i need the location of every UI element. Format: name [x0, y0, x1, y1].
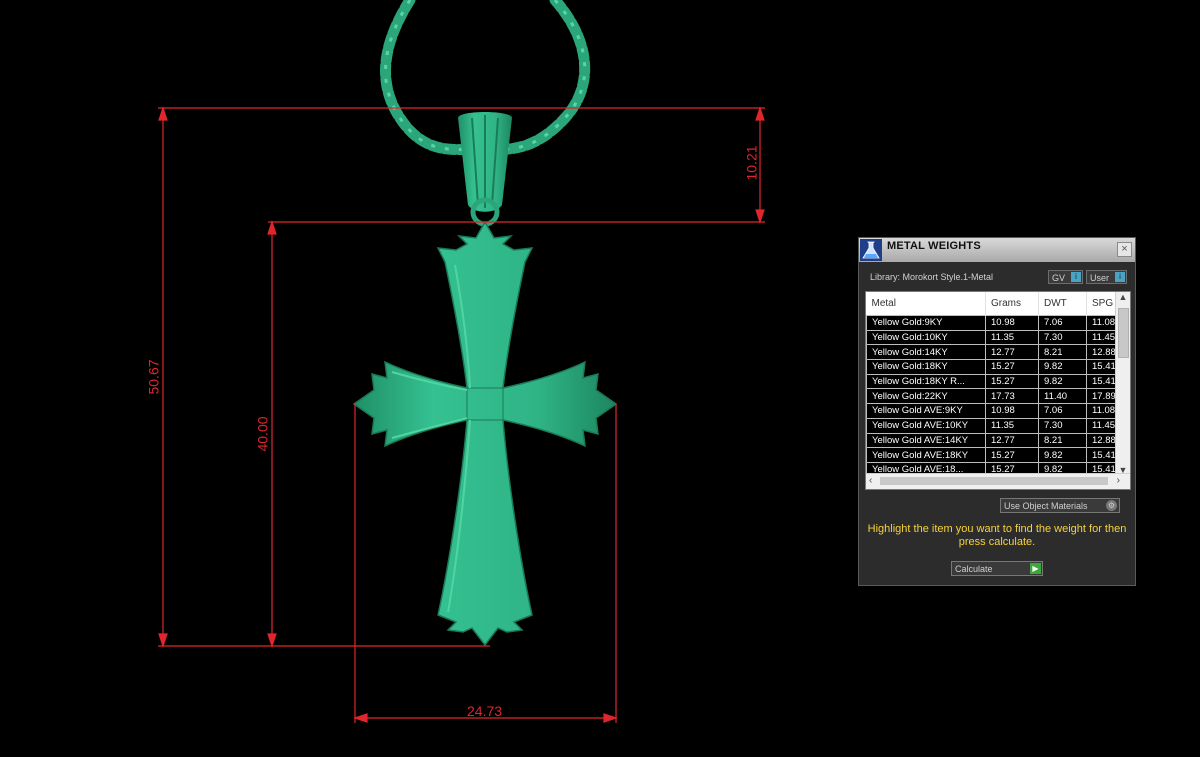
user-toggle-label: User [1090, 273, 1110, 283]
cell-dwt: 7.06 [1038, 403, 1087, 419]
cell-metal: Yellow Gold AVE:14KY [866, 432, 986, 449]
table-row[interactable]: Yellow Gold:9KY 10.98 7.06 11.08 [866, 315, 1119, 331]
table-header-row: Metal Grams DWT SPG [866, 292, 1119, 316]
close-button[interactable]: × [1117, 242, 1132, 257]
table-row[interactable]: Yellow Gold:18KY 15.27 9.82 15.41 [866, 359, 1119, 375]
table-row[interactable]: Yellow Gold:22KY 17.73 11.40 17.89 [866, 388, 1119, 405]
cell-grams: 10.98 [985, 315, 1039, 331]
gear-icon: ⚙ [1106, 500, 1117, 511]
use-object-materials-dropdown[interactable]: Use Object Materials ⚙ [1000, 498, 1120, 513]
horizontal-scroll-thumb[interactable] [880, 477, 1108, 485]
scroll-left-icon[interactable]: ‹ [869, 475, 872, 486]
cell-metal: Yellow Gold:9KY [866, 315, 986, 331]
metal-weights-panel: METAL WEIGHTS × Library: Morokort Style.… [858, 237, 1136, 586]
library-label: Library: Morokort Style.1-Metal [870, 272, 994, 282]
cell-grams: 11.35 [985, 329, 1039, 346]
cell-spg: 11.08 [1086, 315, 1119, 331]
cell-spg: 12.88 [1086, 432, 1119, 449]
table-row[interactable]: Yellow Gold AVE:9KY 10.98 7.06 11.08 [866, 403, 1119, 419]
cell-spg: 11.45 [1086, 329, 1119, 346]
cell-spg: 15.41 [1086, 373, 1119, 390]
vertical-scrollbar[interactable]: ▲ ▼ [1115, 292, 1130, 475]
cell-dwt: 7.30 [1038, 417, 1087, 434]
cell-dwt: 11.40 [1038, 388, 1087, 405]
cell-grams: 12.77 [985, 344, 1039, 361]
cell-grams: 15.27 [985, 447, 1039, 463]
gv-toggle[interactable]: GV i [1048, 270, 1083, 284]
cell-spg: 17.89 [1086, 388, 1119, 405]
table-row[interactable]: Yellow Gold AVE:18KY 15.27 9.82 15.41 [866, 447, 1119, 463]
cell-metal: Yellow Gold:22KY [866, 388, 986, 405]
metal-table[interactable]: Metal Grams DWT SPG Yellow Gold:9KY 10.98… [865, 291, 1131, 490]
cell-grams: 12.77 [985, 432, 1039, 449]
cell-dwt: 9.82 [1038, 373, 1087, 390]
column-header-spg[interactable]: SPG [1086, 292, 1119, 316]
cell-grams: 15.27 [985, 359, 1039, 375]
cell-dwt: 7.06 [1038, 315, 1087, 331]
vertical-scroll-thumb[interactable] [1118, 308, 1129, 358]
cell-dwt: 9.82 [1038, 359, 1087, 375]
calculate-label: Calculate [955, 564, 993, 574]
scroll-right-icon[interactable]: › [1117, 475, 1120, 486]
cell-metal: Yellow Gold:14KY [866, 344, 986, 361]
user-toggle[interactable]: User i [1086, 270, 1127, 284]
dimension-bail-height: 10.21 [743, 145, 760, 181]
close-icon: × [1121, 243, 1128, 255]
cell-grams: 10.98 [985, 403, 1039, 419]
cell-dwt: 8.21 [1038, 344, 1087, 361]
cell-metal: Yellow Gold:18KY [866, 359, 986, 375]
table-row[interactable]: Yellow Gold:10KY 11.35 7.30 11.45 [866, 329, 1119, 346]
column-header-metal[interactable]: Metal [866, 292, 986, 316]
cell-grams: 17.73 [985, 388, 1039, 405]
gv-toggle-label: GV [1052, 273, 1066, 283]
scroll-up-icon[interactable]: ▲ [1116, 292, 1130, 302]
instruction-text: Highlight the item you want to find the … [867, 523, 1127, 548]
cell-grams: 15.27 [985, 373, 1039, 390]
cell-grams: 11.35 [985, 417, 1039, 434]
cell-spg: 12.88 [1086, 344, 1119, 361]
use-object-materials-label: Use Object Materials [1004, 501, 1088, 511]
cell-metal: Yellow Gold AVE:9KY [866, 403, 986, 419]
cell-metal: Yellow Gold AVE:18KY [866, 447, 986, 463]
info-icon: i [1115, 272, 1125, 282]
column-header-grams[interactable]: Grams [985, 292, 1039, 316]
calculate-button[interactable]: Calculate ▶ [951, 561, 1043, 576]
cross-pendant [352, 220, 618, 647]
bail [458, 112, 512, 227]
table-row[interactable]: Yellow Gold AVE:10KY 11.35 7.30 11.45 [866, 417, 1119, 434]
panel-title: METAL WEIGHTS [887, 240, 981, 252]
play-icon: ▶ [1030, 563, 1041, 574]
cell-metal: Yellow Gold:18KY R... [866, 373, 986, 390]
table-row[interactable]: Yellow Gold AVE:14KY 12.77 8.21 12.88 [866, 432, 1119, 449]
panel-titlebar[interactable]: METAL WEIGHTS × [859, 238, 1135, 262]
cell-metal: Yellow Gold:10KY [866, 329, 986, 346]
table-row[interactable]: Yellow Gold:14KY 12.77 8.21 12.88 [866, 344, 1119, 361]
info-icon: i [1071, 272, 1081, 282]
cell-spg: 15.41 [1086, 447, 1119, 463]
cell-dwt: 8.21 [1038, 432, 1087, 449]
flask-icon [860, 239, 882, 261]
dimension-cross-height: 40.00 [254, 416, 271, 452]
cell-dwt: 9.82 [1038, 447, 1087, 463]
cell-spg: 15.41 [1086, 359, 1119, 375]
cell-spg: 11.08 [1086, 403, 1119, 419]
dimension-total-height: 50.67 [145, 359, 162, 395]
cell-dwt: 7.30 [1038, 329, 1087, 346]
horizontal-scrollbar[interactable]: ‹ › [866, 473, 1130, 489]
column-header-dwt[interactable]: DWT [1038, 292, 1087, 316]
cell-metal: Yellow Gold AVE:10KY [866, 417, 986, 434]
cell-spg: 11.45 [1086, 417, 1119, 434]
table-row[interactable]: Yellow Gold:18KY R... 15.27 9.82 15.41 [866, 373, 1119, 390]
dimension-width: 24.73 [467, 703, 503, 719]
